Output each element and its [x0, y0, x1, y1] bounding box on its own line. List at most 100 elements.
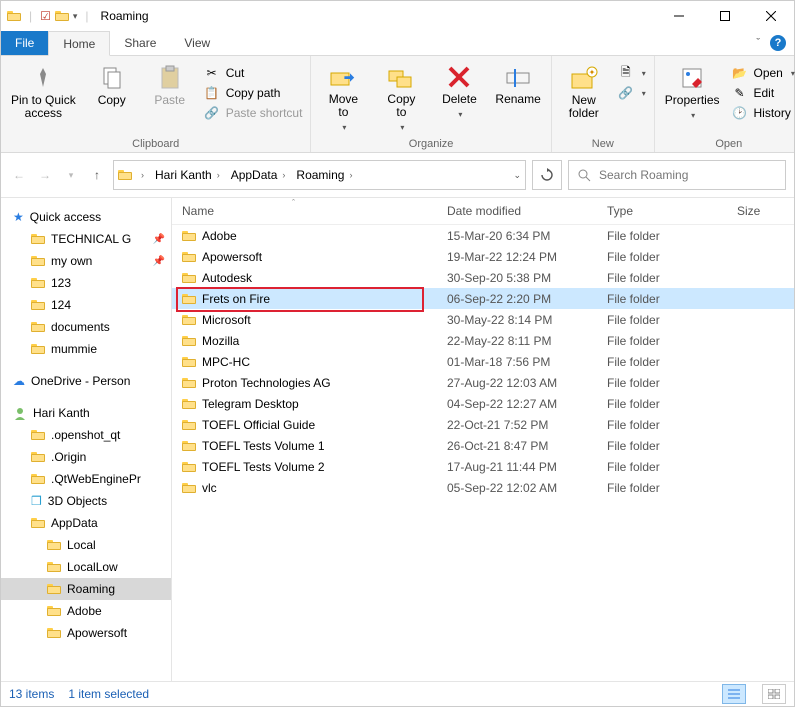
tree-item[interactable]: 124 [1, 294, 171, 316]
tree-item[interactable]: my own📌 [1, 250, 171, 272]
cut-button[interactable]: ✂Cut [200, 64, 307, 82]
tree-item[interactable]: Apowersoft [1, 622, 171, 644]
history-button[interactable]: 🕑History [728, 104, 795, 122]
file-type: File folder [597, 292, 727, 306]
file-type: File folder [597, 313, 727, 327]
folder-icon [182, 399, 196, 409]
search-box[interactable]: Search Roaming [568, 160, 786, 190]
rename-button[interactable]: Rename [489, 61, 546, 108]
col-name[interactable]: Name [172, 204, 437, 218]
tree-item[interactable]: ❒3D Objects [1, 490, 171, 512]
group-open: Properties▾ 📂Open▾ ✎Edit 🕑History Open [655, 56, 795, 152]
new-folder-button[interactable]: ✦ New folder [556, 62, 612, 122]
tree-user[interactable]: Hari Kanth [1, 402, 171, 424]
file-date: 22-May-22 8:11 PM [437, 334, 597, 348]
tab-home[interactable]: Home [48, 31, 110, 56]
col-date[interactable]: Date modified [437, 204, 597, 218]
help-icon[interactable]: ? [770, 35, 786, 51]
group-clipboard: Pin to Quick access Copy Paste ✂Cut 📋Cop… [1, 56, 311, 152]
copy-path-button[interactable]: 📋Copy path [200, 84, 307, 102]
tree-item[interactable]: .Origin [1, 446, 171, 468]
file-row[interactable]: TOEFL Official Guide22-Oct-21 7:52 PMFil… [172, 414, 794, 435]
file-name: TOEFL Tests Volume 2 [202, 460, 325, 474]
tree-item[interactable]: .QtWebEnginePr [1, 468, 171, 490]
file-row[interactable]: vlc05-Sep-22 12:02 AMFile folder [172, 477, 794, 498]
cube-icon: ❒ [31, 494, 42, 508]
file-date: 22-Oct-21 7:52 PM [437, 418, 597, 432]
properties-button[interactable]: Properties▾ [659, 62, 726, 124]
folder-icon [31, 344, 45, 354]
col-type[interactable]: Type [597, 204, 727, 218]
file-row[interactable]: TOEFL Tests Volume 217-Aug-21 11:44 PMFi… [172, 456, 794, 477]
maximize-button[interactable] [702, 1, 748, 31]
tree-item[interactable]: documents [1, 316, 171, 338]
close-button[interactable] [748, 1, 794, 31]
up-button[interactable]: ↑ [87, 165, 107, 185]
back-button[interactable]: ← [9, 165, 29, 185]
file-row[interactable]: Mozilla22-May-22 8:11 PMFile folder [172, 330, 794, 351]
tree-item[interactable]: LocalLow [1, 556, 171, 578]
chevron-down-icon: ▾ [691, 109, 695, 122]
refresh-button[interactable] [532, 160, 562, 190]
address-bar[interactable]: › Hari Kanth› AppData› Roaming› ⌄ [113, 160, 526, 190]
crumb-0[interactable]: Hari Kanth› [153, 168, 225, 182]
qat-dropdown-icon[interactable]: ▾ [73, 11, 78, 22]
crumb-2[interactable]: Roaming› [294, 168, 357, 182]
copy-button[interactable]: Copy [84, 62, 140, 109]
tree-item[interactable]: .openshot_qt [1, 424, 171, 446]
collapse-ribbon-icon[interactable]: ˇ [756, 37, 760, 49]
minimize-button[interactable] [656, 1, 702, 31]
nav-bar: ← → ▾ ↑ › Hari Kanth› AppData› Roaming› … [1, 153, 794, 197]
open-button[interactable]: 📂Open▾ [728, 64, 795, 82]
forward-button[interactable]: → [35, 165, 55, 185]
tree-item[interactable]: Roaming [1, 578, 171, 600]
easy-access-button[interactable]: 🔗▾ [614, 84, 650, 102]
checkbox-icon[interactable]: ☑ [40, 9, 51, 23]
file-date: 04-Sep-22 12:27 AM [437, 397, 597, 411]
delete-button[interactable]: Delete▾ [431, 61, 487, 123]
tab-file[interactable]: File [1, 31, 48, 55]
folder-icon [7, 11, 21, 21]
file-name: Proton Technologies AG [202, 376, 331, 390]
tab-view[interactable]: View [170, 31, 224, 55]
move-to-button[interactable]: Move to▾ [315, 61, 371, 136]
tree-quick-access[interactable]: ★Quick access [1, 206, 171, 228]
address-dropdown-icon[interactable]: ⌄ [513, 170, 521, 181]
tree-onedrive[interactable]: ☁OneDrive - Person [1, 370, 171, 392]
file-row[interactable]: MPC-HC01-Mar-18 7:56 PMFile folder [172, 351, 794, 372]
folder-icon[interactable] [55, 11, 69, 21]
paste-shortcut-button[interactable]: 🔗Paste shortcut [200, 104, 307, 122]
tree-item[interactable]: AppData [1, 512, 171, 534]
copy-to-button[interactable]: Copy to▾ [373, 61, 429, 136]
view-large-button[interactable] [762, 684, 786, 704]
qat-sep: | [85, 9, 88, 23]
file-date: 30-Sep-20 5:38 PM [437, 271, 597, 285]
crumb-1[interactable]: AppData› [229, 168, 291, 182]
file-row[interactable]: Apowersoft19-Mar-22 12:24 PMFile folder [172, 246, 794, 267]
view-details-button[interactable] [722, 684, 746, 704]
title-bar: | ☑ ▾ | Roaming [1, 1, 794, 31]
recent-button[interactable]: ▾ [61, 165, 81, 185]
file-row[interactable]: Autodesk30-Sep-20 5:38 PMFile folder [172, 267, 794, 288]
col-size[interactable]: Size [727, 204, 794, 218]
paste-icon [156, 64, 184, 92]
crumb-root[interactable]: › [136, 170, 149, 180]
pin-quick-access-button[interactable]: Pin to Quick access [5, 62, 82, 122]
new-item-button[interactable]: 🗎▾ [614, 64, 650, 82]
folder-icon [31, 322, 45, 332]
file-row[interactable]: Adobe15-Mar-20 6:34 PMFile folder [172, 225, 794, 246]
tree-item[interactable]: 123 [1, 272, 171, 294]
file-row[interactable]: Microsoft30-May-22 8:14 PMFile folder [172, 309, 794, 330]
edit-button[interactable]: ✎Edit [728, 84, 795, 102]
file-type: File folder [597, 439, 727, 453]
file-row[interactable]: Telegram Desktop04-Sep-22 12:27 AMFile f… [172, 393, 794, 414]
file-row[interactable]: TOEFL Tests Volume 126-Oct-21 8:47 PMFil… [172, 435, 794, 456]
paste-button[interactable]: Paste [142, 62, 198, 109]
tree-item[interactable]: TECHNICAL G📌 [1, 228, 171, 250]
tree-item[interactable]: mummie [1, 338, 171, 360]
file-row[interactable]: Proton Technologies AG27-Aug-22 12:03 AM… [172, 372, 794, 393]
tab-share[interactable]: Share [110, 31, 170, 55]
nav-tree[interactable]: ★Quick accessTECHNICAL G📌my own📌123124do… [1, 198, 172, 681]
tree-item[interactable]: Adobe [1, 600, 171, 622]
tree-item[interactable]: Local [1, 534, 171, 556]
